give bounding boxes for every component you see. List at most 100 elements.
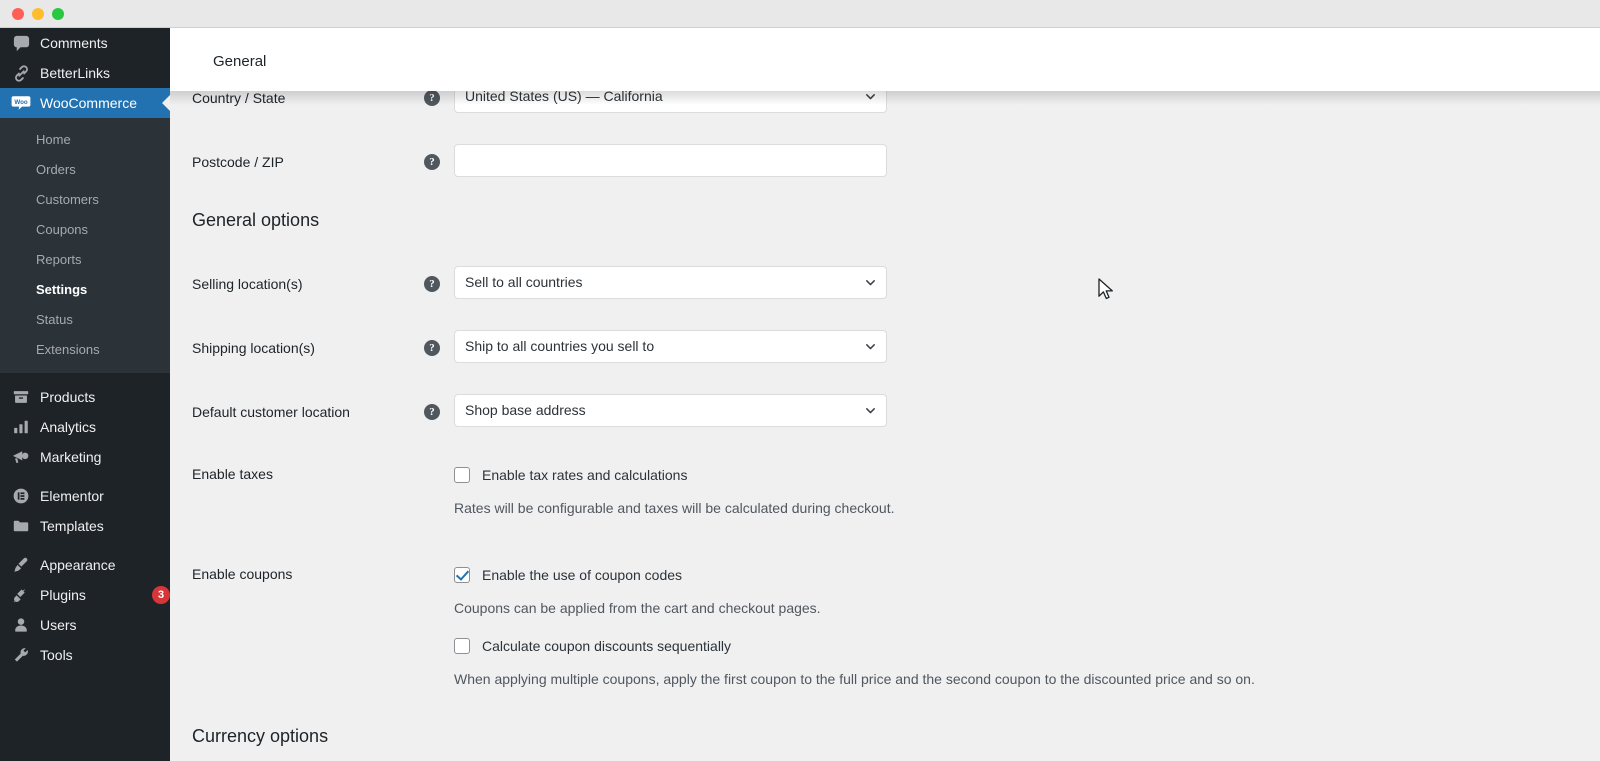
sidebar-separator bbox=[0, 541, 170, 550]
app-window: Comments BetterLinks Woo WooCommerce Hom… bbox=[0, 0, 1600, 761]
enable-taxes-checkbox[interactable] bbox=[454, 467, 470, 483]
field-row-postcode-zip: Postcode / ZIP ? bbox=[170, 144, 1600, 177]
sidebar-item-label: BetterLinks bbox=[40, 65, 111, 81]
enable-coupons-checkbox-line[interactable]: Enable the use of coupon codes bbox=[454, 564, 1600, 586]
sequential-discounts-checkbox-line[interactable]: Calculate coupon discounts sequentially bbox=[454, 635, 1600, 657]
help-icon[interactable]: ? bbox=[424, 340, 440, 356]
field-control: Ship to all countries you sell to bbox=[454, 330, 1600, 363]
minimize-window-button[interactable] bbox=[32, 7, 44, 20]
woocommerce-icon: Woo bbox=[11, 93, 31, 113]
tab-general[interactable]: General bbox=[213, 53, 266, 70]
sidebar-item-label: Analytics bbox=[40, 419, 97, 435]
sidebar-item-customers[interactable]: Customers bbox=[0, 185, 170, 215]
field-label: Shipping location(s) bbox=[192, 340, 315, 356]
field-control bbox=[454, 144, 1600, 177]
templates-folder-icon bbox=[11, 516, 31, 536]
zoom-window-button[interactable] bbox=[52, 7, 64, 20]
field-control: Sell to all countries bbox=[454, 266, 1600, 299]
analytics-icon bbox=[11, 417, 31, 437]
section-title-general-options: General options bbox=[192, 210, 320, 230]
enable-coupons-checkbox-label[interactable]: Enable the use of coupon codes bbox=[482, 565, 682, 585]
section-title-currency-options: Currency options bbox=[192, 726, 329, 746]
field-label: Default customer location bbox=[192, 404, 350, 420]
tools-icon bbox=[11, 645, 31, 665]
help-icon[interactable]: ? bbox=[424, 154, 440, 170]
woocommerce-submenu: Home Orders Customers Coupons Reports Se… bbox=[0, 118, 170, 373]
sequential-discounts-checkbox-label[interactable]: Calculate coupon discounts sequentially bbox=[482, 636, 731, 656]
field-row-enable-taxes: Enable taxes Enable tax rates and calcul… bbox=[170, 456, 1600, 518]
sidebar-item-coupons[interactable]: Coupons bbox=[0, 215, 170, 245]
field-row-selling-locations: Selling location(s) ? Sell to all countr… bbox=[170, 266, 1600, 299]
enable-coupons-description: Coupons can be applied from the cart and… bbox=[454, 600, 821, 616]
sidebar-separator bbox=[0, 373, 170, 382]
sidebar-item-label: Marketing bbox=[40, 449, 102, 465]
help-icon[interactable]: ? bbox=[424, 404, 440, 420]
field-label: Postcode / ZIP bbox=[192, 154, 284, 170]
users-icon bbox=[11, 615, 31, 635]
help-icon[interactable]: ? bbox=[424, 90, 440, 106]
svg-text:Woo: Woo bbox=[14, 99, 28, 106]
field-label: Selling location(s) bbox=[192, 276, 303, 292]
selling-locations-select[interactable]: Sell to all countries bbox=[454, 266, 887, 299]
sidebar-item-templates[interactable]: Templates bbox=[0, 511, 170, 541]
marketing-megaphone-icon bbox=[11, 447, 31, 467]
shipping-locations-select-wrap: Ship to all countries you sell to bbox=[454, 330, 887, 363]
wp-admin-sidebar: Comments BetterLinks Woo WooCommerce Hom… bbox=[0, 28, 170, 761]
sequential-discounts-description: When applying multiple coupons, apply th… bbox=[454, 671, 1255, 687]
enable-taxes-description: Rates will be configurable and taxes wil… bbox=[454, 500, 895, 516]
sidebar-item-status[interactable]: Status bbox=[0, 305, 170, 335]
sidebar-item-orders[interactable]: Orders bbox=[0, 155, 170, 185]
field-row-enable-coupons: Enable coupons Enable the use of coupon … bbox=[170, 556, 1600, 689]
field-label: Enable coupons bbox=[192, 566, 293, 582]
enable-coupons-checkbox[interactable] bbox=[454, 567, 470, 583]
sidebar-item-label: Plugins bbox=[40, 587, 86, 603]
sidebar-item-label: Comments bbox=[40, 35, 108, 51]
link-icon bbox=[11, 63, 31, 83]
field-control: Enable the use of coupon codes Coupons c… bbox=[454, 556, 1600, 689]
default-customer-location-select-wrap: Shop base address bbox=[454, 394, 887, 427]
window-titlebar bbox=[0, 0, 1600, 28]
sidebar-item-label: Tools bbox=[40, 647, 73, 663]
sidebar-item-label: Products bbox=[40, 389, 96, 405]
sidebar-item-comments[interactable]: Comments bbox=[0, 28, 170, 58]
sidebar-item-label: Elementor bbox=[40, 488, 104, 504]
help-icon[interactable]: ? bbox=[424, 276, 440, 292]
sequential-discounts-checkbox[interactable] bbox=[454, 638, 470, 654]
sidebar-item-products[interactable]: Products bbox=[0, 382, 170, 412]
enable-taxes-checkbox-line[interactable]: Enable tax rates and calculations bbox=[454, 464, 1600, 486]
sidebar-item-extensions[interactable]: Extensions bbox=[0, 335, 170, 365]
field-row-default-customer-location: Default customer location ? Shop base ad… bbox=[170, 394, 1600, 427]
sidebar-item-home[interactable]: Home bbox=[0, 125, 170, 155]
field-row-shipping-locations: Shipping location(s) ? Ship to all count… bbox=[170, 330, 1600, 363]
sidebar-item-settings[interactable]: Settings bbox=[0, 275, 170, 305]
enable-taxes-checkbox-label[interactable]: Enable tax rates and calculations bbox=[482, 465, 687, 485]
sidebar-item-label: Templates bbox=[40, 518, 104, 534]
sidebar-item-betterlinks[interactable]: BetterLinks bbox=[0, 58, 170, 88]
sidebar-item-analytics[interactable]: Analytics bbox=[0, 412, 170, 442]
elementor-icon bbox=[11, 486, 31, 506]
sidebar-item-users[interactable]: Users bbox=[0, 610, 170, 640]
sidebar-item-plugins[interactable]: Plugins 3 bbox=[0, 580, 170, 610]
plugins-update-badge: 3 bbox=[152, 586, 170, 604]
sidebar-item-elementor[interactable]: Elementor bbox=[0, 481, 170, 511]
selling-locations-select-wrap: Sell to all countries bbox=[454, 266, 887, 299]
sidebar-item-marketing[interactable]: Marketing bbox=[0, 442, 170, 472]
field-label: Enable taxes bbox=[192, 466, 273, 482]
field-control: Enable tax rates and calculations Rates … bbox=[454, 456, 1600, 518]
sidebar-item-label: Appearance bbox=[40, 557, 116, 573]
field-control: Shop base address bbox=[454, 394, 1600, 427]
sidebar-item-tools[interactable]: Tools bbox=[0, 640, 170, 670]
plugins-plug-icon bbox=[11, 585, 31, 605]
sidebar-item-label: Users bbox=[40, 617, 77, 633]
default-customer-location-select[interactable]: Shop base address bbox=[454, 394, 887, 427]
sidebar-item-woocommerce[interactable]: Woo WooCommerce bbox=[0, 88, 170, 118]
close-window-button[interactable] bbox=[12, 7, 24, 20]
sidebar-separator bbox=[0, 472, 170, 481]
sidebar-item-reports[interactable]: Reports bbox=[0, 245, 170, 275]
main-content: Country / State ? United States (US) — C… bbox=[170, 28, 1600, 761]
appearance-brush-icon bbox=[11, 555, 31, 575]
postcode-zip-input[interactable] bbox=[454, 144, 887, 177]
sidebar-item-appearance[interactable]: Appearance bbox=[0, 550, 170, 580]
comments-icon bbox=[11, 33, 31, 53]
shipping-locations-select[interactable]: Ship to all countries you sell to bbox=[454, 330, 887, 363]
